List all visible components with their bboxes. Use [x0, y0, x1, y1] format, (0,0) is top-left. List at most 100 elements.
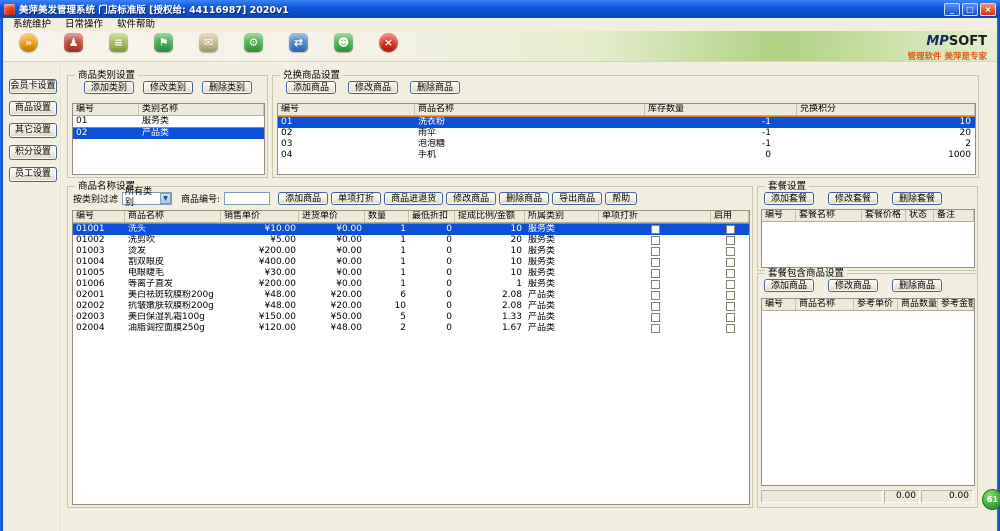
close-button[interactable]: × — [980, 3, 996, 16]
sms-broadcast-button[interactable]: ✉ — [186, 31, 231, 53]
add-exchange-item-button[interactable]: 添加商品 — [286, 81, 336, 94]
table-row[interactable]: 02003美白保湿乳霜100g¥150.00¥50.00501.33产品类 — [73, 312, 749, 323]
item-enabled-checkbox[interactable] — [726, 247, 735, 256]
item-discount-checkbox[interactable] — [651, 280, 660, 289]
table-row[interactable]: 02001美白祛斑软膜粉200g¥48.00¥20.00602.08产品类 — [73, 290, 749, 301]
cell: 2.08 — [455, 301, 525, 312]
export-product-button[interactable]: 导出商品 — [552, 192, 602, 205]
delete-product-button[interactable]: 删除商品 — [499, 192, 549, 205]
cell: ¥10.00 — [221, 224, 299, 235]
table-row[interactable]: 01006等离子直发¥200.00¥0.00101服务类 — [73, 279, 749, 290]
menu-software-help[interactable]: 软件帮助 — [110, 19, 162, 31]
combo-panel: 套餐设置 添加套餐修改套餐删除套餐 编号套餐名称套餐价格状态备注 — [757, 186, 978, 271]
edit-combo-item-button[interactable]: 修改商品 — [828, 279, 878, 292]
cell: ¥48.00 — [299, 323, 365, 334]
member-consume-button[interactable]: » — [6, 31, 51, 53]
chevron-down-icon[interactable]: ▼ — [160, 193, 171, 204]
column-header: 数量 — [365, 211, 409, 222]
item-discount-checkbox[interactable] — [651, 247, 660, 256]
edit-exchange-item-button[interactable]: 修改商品 — [348, 81, 398, 94]
item-enabled-checkbox[interactable] — [726, 280, 735, 289]
total-amount-value: 0.00 — [921, 490, 973, 503]
add-combo-item-button[interactable]: 添加商品 — [764, 279, 814, 292]
item-enabled-checkbox[interactable] — [726, 313, 735, 322]
item-discount-checkbox[interactable] — [651, 302, 660, 311]
table-row[interactable]: 02002抗皱嫩肤软膜粉200g¥48.00¥20.001002.08产品类 — [73, 301, 749, 312]
cell: 1 — [365, 279, 409, 290]
sidebar-points-settings[interactable]: 积分设置 — [9, 145, 57, 160]
table-row[interactable]: 01001洗头¥10.00¥0.001010服务类 — [73, 223, 749, 235]
table-row[interactable]: 04手机01000 — [278, 150, 975, 161]
delete-combo-button[interactable]: 删除套餐 — [892, 192, 942, 205]
table-row[interactable]: 02雨伞-120 — [278, 128, 975, 139]
cell: 服务类 — [139, 116, 264, 127]
column-header: 备注 — [934, 210, 974, 221]
category-filter-dropdown[interactable]: 所有类别 ▼ — [122, 192, 172, 205]
table-row[interactable]: 01004割双眼皮¥400.00¥0.001010服务类 — [73, 257, 749, 268]
exit-system-button[interactable]: × — [366, 31, 411, 53]
table-row[interactable]: 01002洗剪吹¥5.00¥0.001020服务类 — [73, 235, 749, 246]
add-category-button[interactable]: 添加类别 — [84, 81, 134, 94]
edit-combo-button[interactable]: 修改套餐 — [828, 192, 878, 205]
maximize-button[interactable]: □ — [962, 3, 978, 16]
item-discount-checkbox[interactable] — [651, 324, 660, 333]
item-enabled-checkbox[interactable] — [726, 225, 735, 234]
item-discount-checkbox[interactable] — [651, 225, 660, 234]
minimize-button[interactable]: _ — [944, 3, 960, 16]
cell: 01 — [278, 117, 415, 128]
wechat-marketing-button[interactable]: ☻ — [321, 31, 366, 53]
menu-daily-operation[interactable]: 日常操作 — [58, 19, 110, 31]
help-button[interactable]: 帮助 — [605, 192, 637, 205]
item-discount-checkbox[interactable] — [651, 236, 660, 245]
table-row[interactable]: 01005电眼睫毛¥30.00¥0.001010服务类 — [73, 268, 749, 279]
item-enabled-checkbox[interactable] — [726, 269, 735, 278]
item-enabled-checkbox[interactable] — [726, 258, 735, 267]
single-discount-button[interactable]: 单项打折 — [331, 192, 381, 205]
cell: 0 — [409, 279, 455, 290]
window-controls: _□× — [944, 3, 996, 16]
item-enabled-checkbox[interactable] — [726, 291, 735, 300]
sidebar-member-card-settings[interactable]: 会员卡设置 — [9, 79, 57, 94]
column-header: 启用 — [711, 211, 749, 222]
item-enabled-checkbox[interactable] — [726, 302, 735, 311]
stock-in-out-button[interactable]: 商品进退货 — [384, 192, 443, 205]
item-discount-checkbox[interactable] — [651, 291, 660, 300]
cell: 1 — [365, 224, 409, 235]
edit-product-button[interactable]: 修改商品 — [446, 192, 496, 205]
table-row[interactable]: 01洗衣粉-110 — [278, 116, 975, 128]
member-manage-button[interactable]: ♟ — [51, 31, 96, 53]
table-row[interactable]: 03泡泡糖-12 — [278, 139, 975, 150]
item-enabled-checkbox[interactable] — [726, 236, 735, 245]
add-combo-button[interactable]: 添加套餐 — [764, 192, 814, 205]
checkbox-cell — [599, 224, 711, 235]
item-discount-checkbox[interactable] — [651, 269, 660, 278]
cell: 01005 — [73, 268, 125, 279]
reminder-booking-button[interactable]: ≡ — [96, 31, 141, 53]
table-row[interactable]: 02产品类 — [73, 127, 264, 139]
delete-combo-item-button[interactable]: 删除商品 — [892, 279, 942, 292]
table-row[interactable]: 01003烫发¥200.00¥0.001010服务类 — [73, 246, 749, 257]
table-row[interactable]: 01服务类 — [73, 116, 264, 127]
delete-category-button[interactable]: 删除类别 — [202, 81, 252, 94]
add-product-button[interactable]: 添加商品 — [278, 192, 328, 205]
column-header: 编号 — [73, 211, 125, 222]
product-code-input[interactable] — [224, 192, 270, 205]
floating-service-badge[interactable]: 61 — [982, 489, 1000, 510]
item-discount-checkbox[interactable] — [651, 313, 660, 322]
sidebar-staff-settings[interactable]: 员工设置 — [9, 167, 57, 182]
edit-category-button[interactable]: 修改类别 — [143, 81, 193, 94]
delete-exchange-item-button[interactable]: 删除商品 — [410, 81, 460, 94]
sidebar-product-settings[interactable]: 商品设置 — [9, 101, 57, 116]
filter-by-category-label: 按类别过滤 — [73, 192, 119, 205]
table-row[interactable]: 02004油脂调控面膜250g¥120.00¥48.00201.67产品类 — [73, 323, 749, 334]
item-discount-checkbox[interactable] — [651, 258, 660, 267]
stats-report-button[interactable]: ⚑ — [141, 31, 186, 53]
item-enabled-checkbox[interactable] — [726, 324, 735, 333]
system-settings-button[interactable]: ⚙ — [231, 31, 276, 53]
cell: ¥0.00 — [299, 246, 365, 257]
sidebar-other-settings[interactable]: 其它设置 — [9, 123, 57, 138]
menu-system-maintenance[interactable]: 系统维护 — [6, 19, 58, 31]
checkbox-cell — [599, 301, 711, 312]
totals-spacer — [761, 490, 883, 503]
shift-manage-button[interactable]: ⇄ — [276, 31, 321, 53]
